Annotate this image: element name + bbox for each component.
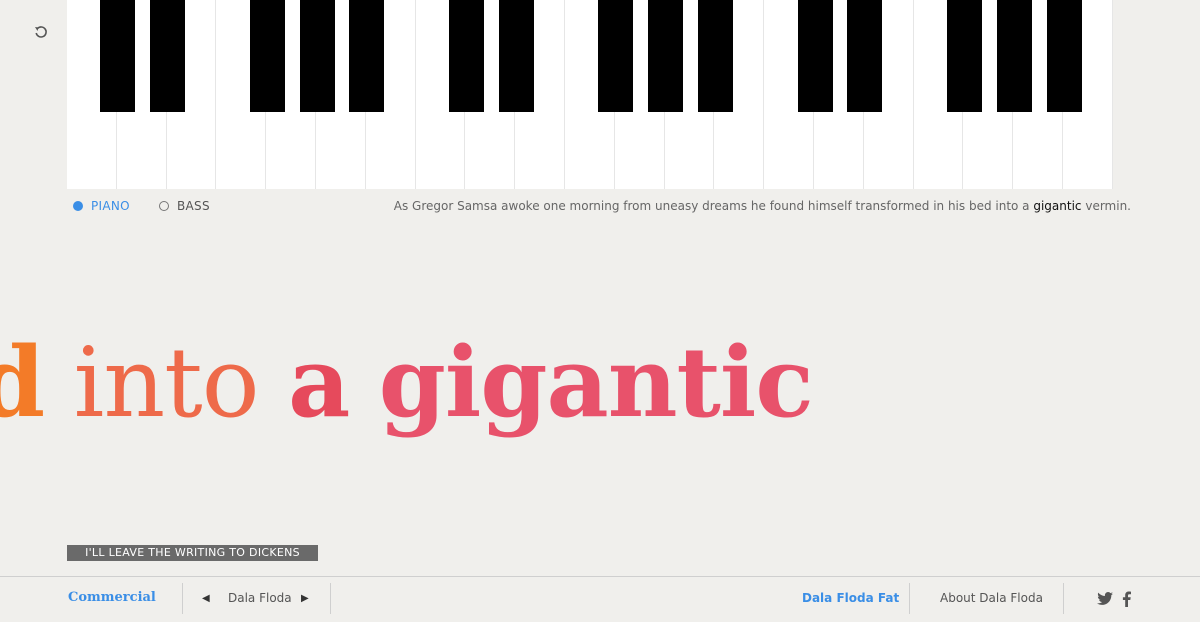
specimen-word-4: gigantic: [378, 326, 814, 439]
radio-empty-icon: [159, 201, 169, 211]
black-key[interactable]: [299, 0, 335, 112]
black-key[interactable]: [1046, 0, 1082, 112]
black-key[interactable]: [697, 0, 733, 112]
black-key[interactable]: [797, 0, 833, 112]
piano-label: PIANO: [91, 199, 130, 213]
sample-text-after: vermin.: [1081, 199, 1131, 213]
footer-divider: [330, 583, 331, 614]
black-key[interactable]: [648, 0, 684, 112]
black-key[interactable]: [349, 0, 385, 112]
specimen-display: d into a gigantic: [0, 298, 814, 468]
sample-sentence: As Gregor Samsa awoke one morning from u…: [394, 199, 1131, 213]
black-key[interactable]: [847, 0, 883, 112]
piano-radio[interactable]: PIANO: [73, 199, 130, 213]
footer-divider: [909, 583, 910, 614]
dala-floda-fat-link[interactable]: Dala Floda Fat: [802, 591, 899, 605]
black-key[interactable]: [498, 0, 534, 112]
black-key[interactable]: [100, 0, 136, 112]
black-key[interactable]: [150, 0, 186, 112]
leave-writing-button[interactable]: I'LL LEAVE THE WRITING TO DICKENS: [67, 545, 318, 561]
footer-divider: [182, 583, 183, 614]
next-font-icon[interactable]: ▶: [301, 593, 309, 604]
black-key[interactable]: [249, 0, 285, 112]
black-key[interactable]: [996, 0, 1032, 112]
bass-label: BASS: [177, 199, 210, 213]
about-link[interactable]: About Dala Floda: [940, 591, 1043, 605]
black-key[interactable]: [946, 0, 982, 112]
undo-icon[interactable]: [33, 24, 49, 40]
twitter-icon[interactable]: [1097, 592, 1113, 609]
radio-selected-icon: [73, 201, 83, 211]
specimen-word-2: into: [73, 327, 260, 439]
black-key[interactable]: [598, 0, 634, 112]
font-name: Dala Floda: [228, 591, 292, 605]
facebook-icon[interactable]: [1122, 591, 1131, 610]
footer: Commercial ◀ Dala Floda ▶ Dala Floda Fat…: [0, 576, 1200, 622]
bass-radio[interactable]: BASS: [159, 199, 210, 213]
sample-text-before: As Gregor Samsa awoke one morning from u…: [393, 199, 1034, 213]
footer-divider: [1063, 583, 1064, 614]
black-key[interactable]: [448, 0, 484, 112]
sample-highlight-word: gigantic: [1033, 199, 1082, 213]
specimen-word-1: d: [0, 326, 45, 439]
prev-font-icon[interactable]: ◀: [202, 593, 210, 604]
piano-keyboard: [67, 0, 1113, 189]
commercial-link[interactable]: Commercial: [68, 590, 156, 605]
specimen-word-3: a: [288, 326, 350, 439]
